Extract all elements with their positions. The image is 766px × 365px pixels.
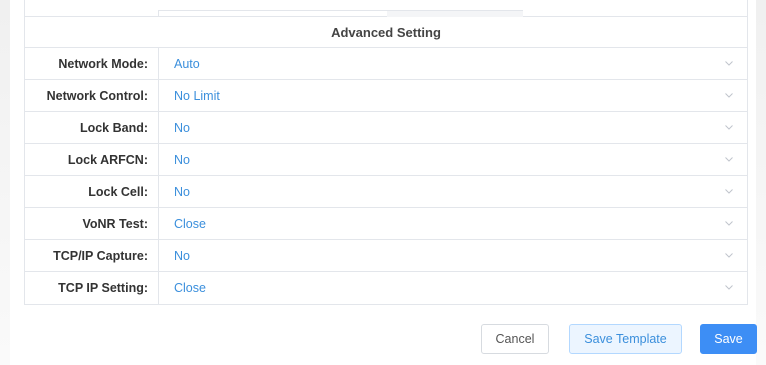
select-value: Close [174,217,206,231]
setting-row-vonr-test: VoNR Test: Close [25,208,747,240]
select-value: Auto [174,57,200,71]
tcp-ip-setting-select[interactable]: Close [159,272,747,304]
chevron-down-icon [725,253,733,258]
chevron-down-icon [725,189,733,194]
setting-row-network-control: Network Control: No Limit [25,80,747,112]
setting-row-tcp-ip-setting: TCP IP Setting: Close [25,272,747,304]
save-button[interactable]: Save [700,324,757,354]
setting-label: Lock Band: [25,112,159,143]
chevron-down-icon [725,61,733,66]
chevron-down-icon [725,157,733,162]
select-value: Close [174,281,206,295]
previous-table-edge [24,0,748,17]
lock-cell-select[interactable]: No [159,176,747,207]
chevron-down-icon [725,285,733,290]
chevron-down-icon [725,93,733,98]
tcpip-capture-select[interactable]: No [159,240,747,271]
chevron-down-icon [725,125,733,130]
lock-arfcn-select[interactable]: No [159,144,747,175]
setting-label: TCP/IP Capture: [25,240,159,271]
panel-title: Advanced Setting [25,17,747,48]
setting-row-tcpip-capture: TCP/IP Capture: No [25,240,747,272]
setting-label: Network Control: [25,80,159,111]
setting-label: Lock ARFCN: [25,144,159,175]
cancel-button[interactable]: Cancel [481,324,549,354]
previous-table-cell [158,10,388,17]
background-edge-right [756,0,766,365]
network-control-select[interactable]: No Limit [159,80,747,111]
select-value: No [174,121,190,135]
select-value: No [174,185,190,199]
setting-label: Lock Cell: [25,176,159,207]
select-value: No [174,153,190,167]
lock-band-select[interactable]: No [159,112,747,143]
previous-table-cell-shaded [387,10,523,17]
select-value: No [174,249,190,263]
setting-row-lock-band: Lock Band: No [25,112,747,144]
background-edge-left [0,0,10,365]
setting-label: TCP IP Setting: [25,272,159,304]
setting-label: Network Mode: [25,48,159,79]
network-mode-select[interactable]: Auto [159,48,747,79]
save-template-button[interactable]: Save Template [569,324,682,354]
chevron-down-icon [725,221,733,226]
setting-label: VoNR Test: [25,208,159,239]
vonr-test-select[interactable]: Close [159,208,747,239]
setting-row-lock-arfcn: Lock ARFCN: No [25,144,747,176]
form-footer: Cancel Save Template Save [0,324,766,354]
advanced-setting-panel: Advanced Setting Network Mode: Auto Netw… [24,17,748,305]
select-value: No Limit [174,89,220,103]
setting-row-network-mode: Network Mode: Auto [25,48,747,80]
setting-row-lock-cell: Lock Cell: No [25,176,747,208]
